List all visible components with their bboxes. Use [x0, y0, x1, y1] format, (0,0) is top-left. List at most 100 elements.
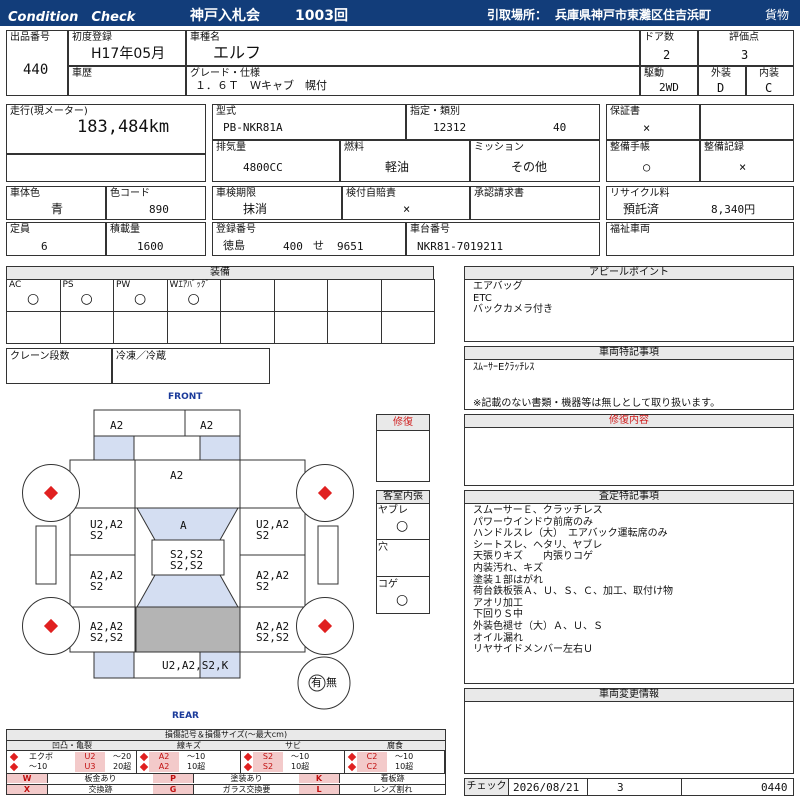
displacement-value: 4800CC — [243, 161, 283, 174]
equipment-item-label: AC — [9, 280, 22, 290]
legend-code: S2 — [253, 762, 283, 772]
mark-left-front-door: U2,A2 S2 — [90, 518, 124, 542]
legend-size: ～20 — [113, 752, 132, 761]
legend-code-value: 塗装あり — [193, 773, 299, 783]
cabin-item-label: ヤブレ — [378, 505, 408, 516]
legend-code: C2 — [357, 752, 387, 762]
mark-left-rear: A2,A2 S2,S2 — [90, 620, 124, 644]
inspection-note-line: スムーサーＥ、クラッチレス — [473, 505, 603, 516]
mark-hood: A2 — [170, 469, 184, 482]
exterior-box: 外装 D — [698, 66, 746, 96]
inspection-notes-title: 査定特記事項 — [465, 491, 793, 504]
check-date: 2026/08/21 — [513, 781, 580, 794]
inspection-value: 抹消 — [243, 202, 268, 216]
damage-marker-icon — [43, 618, 59, 634]
legend-code-value: 交換跡 — [47, 783, 153, 794]
inspection-box: 車検期限 抹消 — [212, 186, 342, 220]
damage-marker-icon — [243, 762, 253, 772]
model-box: 型式 PB-NKR81A — [212, 104, 406, 140]
mileage-label: 走行(現メーター) — [10, 106, 88, 117]
change-info-panel: 車両変更情報 — [464, 688, 794, 774]
inspection-note-line: ハンドルスレ（大） エアバック運転席のみ — [473, 528, 668, 540]
history-label: 車歴 — [72, 68, 92, 79]
equipment-cell — [380, 311, 435, 344]
doors-label: ドア数 — [644, 32, 674, 43]
plate-number: 9651 — [337, 240, 364, 253]
interior-box: 内装 C — [746, 66, 794, 96]
damage-marker-icon — [43, 485, 59, 501]
score-label: 評価点 — [729, 32, 759, 43]
legend-code-value: レンズ割れ — [339, 783, 445, 794]
equipment-cell — [220, 279, 275, 312]
cabin-item-mark: ○ — [396, 518, 409, 534]
equipment-item-mark: ○ — [27, 291, 40, 307]
inspection-note-line: アオリ加工 — [473, 597, 523, 609]
damage-marker-icon — [347, 762, 357, 772]
inspection-note-line: パワーウインドウ前席のみ — [473, 516, 593, 528]
legend-code-value: ガラス交換要 — [193, 783, 299, 794]
manual-box: 整備手帳 ○ — [606, 140, 700, 182]
mileage-sub-box — [6, 154, 206, 182]
model-value: PB-NKR81A — [223, 121, 283, 134]
legend-code: C2 — [357, 762, 387, 772]
inspection-label: 車検期限 — [216, 188, 256, 199]
body-color-box: 車体色 青 — [6, 186, 106, 220]
damage-marker-icon — [347, 752, 357, 762]
legend-group-name: 線キズ — [137, 741, 241, 751]
legend-code: A2 — [149, 752, 179, 762]
legend-code-key: G — [153, 783, 193, 794]
color-code-box: 色コード 890 — [106, 186, 206, 220]
crane-label: クレーン段数 — [10, 351, 70, 362]
inspection-note-line: 天張りキズ 内張りコゲ — [473, 551, 593, 563]
designation-value: 12312 — [433, 121, 467, 134]
damage-marker-icon — [317, 485, 333, 501]
inspection-note-line: リヤサイドメンバー左右Ｕ — [473, 644, 593, 656]
equipment-cell — [166, 311, 221, 344]
repair-detail-panel: 修復内容 — [464, 414, 794, 486]
cabin-item: コゲ ○ — [376, 577, 430, 614]
plate-kana: せ — [313, 239, 324, 252]
first-reg-label: 初度登録 — [72, 32, 112, 43]
fuel-value: 軽油 — [385, 160, 410, 174]
legend-group-name: 腐食 — [345, 741, 445, 751]
recycle-label: リサイクル料 — [610, 188, 670, 199]
legend-code-key: W — [7, 773, 47, 783]
legend-group: 腐食 C2 ～10 C2 10超 — [345, 741, 445, 773]
appeal-line: エアバッグ — [473, 281, 523, 292]
equipment-cell — [273, 311, 328, 344]
legend-codes: W 板金あり P 塗装あり K 看板跡 X 交換跡 G ガラス交換要 L レンズ割れ — [7, 773, 445, 794]
recycle-fee: 8,340円 — [711, 203, 756, 216]
plate-class: 400 — [283, 240, 303, 253]
special-title: 車両特記事項 — [465, 347, 793, 360]
equipment-item-label: PS — [62, 280, 74, 290]
model-label: 型式 — [216, 106, 236, 117]
auction-name: 神戸入札会 — [190, 8, 260, 24]
approval-box: 承認請求書 — [470, 186, 600, 220]
equipment-cell — [327, 279, 382, 312]
legend-code: S2 — [253, 752, 283, 762]
legend-code-key: L — [299, 783, 339, 794]
mission-label: ミッション — [474, 142, 524, 153]
check-number: 3 — [617, 781, 624, 794]
legend-group: 凹凸・亀裂 エクボ U2 ～20 ～10 U3 20超 — [7, 741, 137, 773]
equipment-cell — [327, 311, 382, 344]
inspection-note-line: 下回りＳ中 — [473, 609, 523, 621]
vehicle-category: 貨物 — [765, 8, 790, 22]
equipment-item-mark: ○ — [134, 291, 147, 307]
check-divider — [681, 779, 682, 795]
wheel-front-left — [22, 464, 80, 522]
equipment-cell — [380, 279, 435, 312]
mission-box: ミッション その他 — [470, 140, 600, 182]
check-row: チェック 2026/08/21 3 0440 — [464, 778, 794, 796]
special-panel: 車両特記事項 ｽﾑｰｻｰEｸﾗｯﾁﾚｽ ※記載のない書類・機器等は無しとして取り… — [464, 346, 794, 410]
cabin-item: 穴 — [376, 540, 430, 577]
grade-box: グレード・仕様 １．６Ｔ Ｗキャブ 幌付 — [186, 66, 640, 96]
legend-code: U3 — [75, 762, 105, 772]
load-label: 積載量 — [110, 224, 140, 235]
legend-code-key: X — [7, 783, 47, 794]
drive-label: 駆動 — [644, 68, 664, 79]
exterior-value: D — [717, 81, 725, 95]
cabin-item-label: 穴 — [378, 542, 388, 553]
doors-box: ドア数 2 — [640, 30, 698, 66]
equipment-item-mark: ○ — [187, 291, 200, 307]
